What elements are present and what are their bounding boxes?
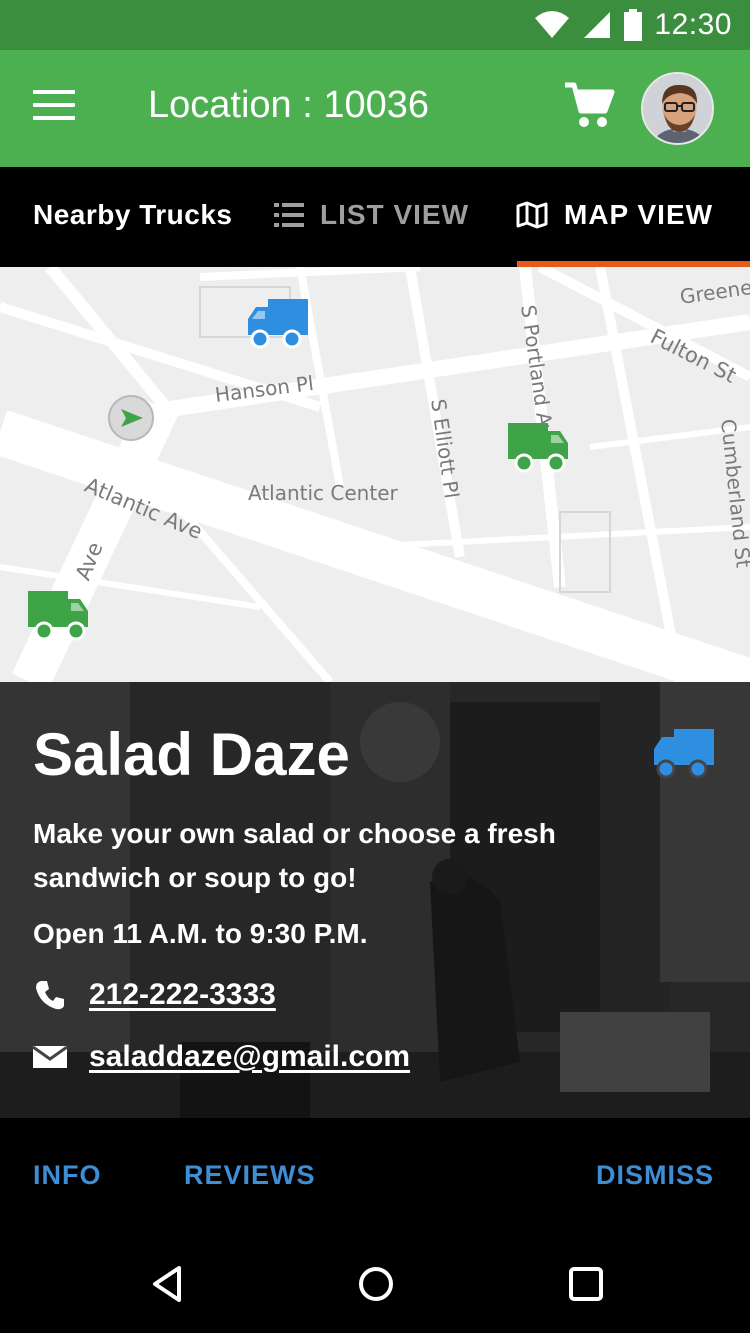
signal-icon bbox=[584, 12, 611, 38]
email-link[interactable]: saladdaze@gmail.com bbox=[33, 1040, 410, 1074]
truck-name: Salad Daze bbox=[33, 721, 350, 788]
email-icon bbox=[33, 1040, 67, 1074]
tab-list-view[interactable]: LIST VIEW bbox=[274, 199, 469, 231]
status-bar: 12:30 bbox=[0, 0, 750, 50]
nearby-trucks-label: Nearby Trucks bbox=[33, 199, 233, 230]
reviews-button[interactable]: REVIEWS bbox=[184, 1160, 316, 1191]
system-nav-bar bbox=[0, 1235, 750, 1333]
tab-map-view[interactable]: MAP VIEW bbox=[516, 199, 713, 231]
app-bar: Location : 10036 bbox=[0, 50, 750, 167]
action-bar: INFO REVIEWS DISMISS bbox=[0, 1118, 750, 1235]
battery-icon bbox=[624, 9, 643, 41]
map-view[interactable]: Hanson Pl Atlantic Ave Atlantic Center S… bbox=[0, 267, 750, 682]
truck-marker-green[interactable] bbox=[506, 419, 570, 473]
truck-detail-card: Salad Daze Make your own salad or choose… bbox=[0, 682, 750, 1118]
avatar[interactable] bbox=[641, 72, 714, 145]
dismiss-button[interactable]: DISMISS bbox=[596, 1160, 714, 1191]
tab-bar: Nearby Trucks LIST VIEW MAP VIEW bbox=[0, 167, 750, 267]
truck-marker-green[interactable] bbox=[26, 587, 90, 641]
my-location-icon[interactable] bbox=[108, 395, 154, 441]
map-label-atlantic-center: Atlantic Center bbox=[248, 481, 398, 505]
truck-icon bbox=[654, 729, 714, 779]
phone-icon bbox=[33, 978, 67, 1012]
back-icon[interactable] bbox=[147, 1263, 189, 1305]
list-icon bbox=[274, 203, 304, 227]
map-icon bbox=[516, 201, 548, 229]
status-time: 12:30 bbox=[654, 8, 732, 41]
map-streets bbox=[0, 267, 750, 682]
location-title: Location : 10036 bbox=[148, 84, 430, 126]
truck-marker-blue[interactable] bbox=[246, 295, 310, 349]
email-address: saladdaze@gmail.com bbox=[89, 1040, 411, 1073]
info-button[interactable]: INFO bbox=[33, 1160, 102, 1191]
phone-link[interactable]: 212-222-3333 bbox=[33, 978, 276, 1012]
wifi-icon bbox=[535, 11, 570, 38]
status-icons: 12:30 bbox=[534, 8, 732, 42]
home-icon[interactable] bbox=[355, 1263, 397, 1305]
tab-list-view-label: LIST VIEW bbox=[320, 199, 469, 230]
cart-icon[interactable] bbox=[563, 81, 615, 131]
tab-map-view-label: MAP VIEW bbox=[564, 199, 714, 230]
truck-hours: Open 11 A.M. to 9:30 P.M. bbox=[33, 918, 368, 949]
recents-icon[interactable] bbox=[565, 1263, 607, 1305]
phone-number: 212-222-3333 bbox=[89, 978, 276, 1011]
truck-description: Make your own salad or choose a fresh sa… bbox=[33, 818, 556, 893]
menu-icon[interactable] bbox=[33, 90, 75, 124]
